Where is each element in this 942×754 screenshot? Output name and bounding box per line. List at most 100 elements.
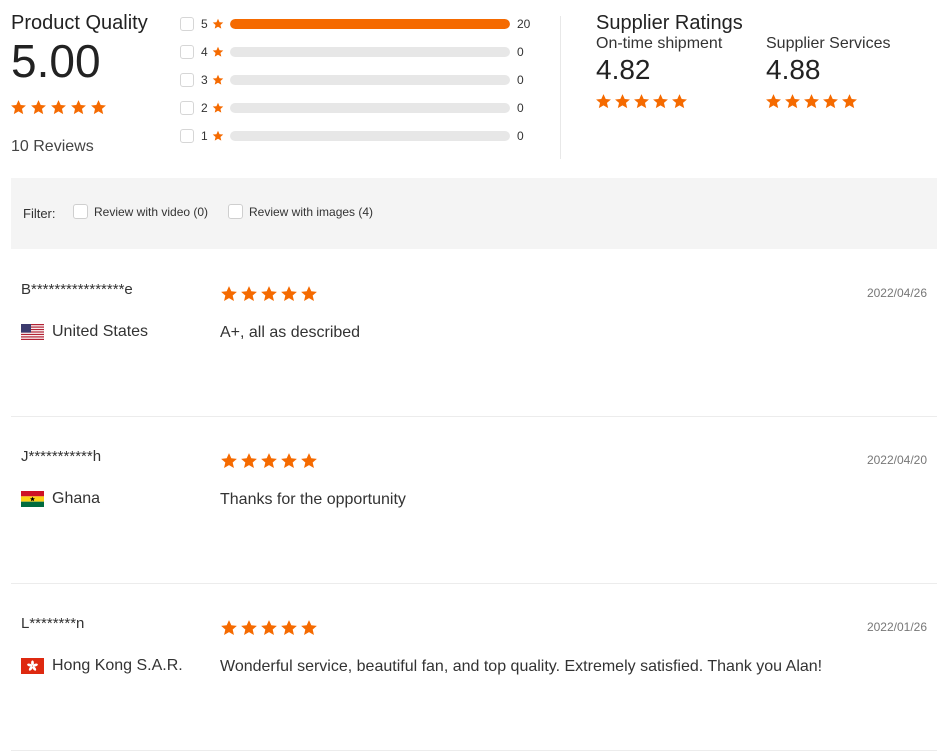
star-icon	[281, 620, 297, 635]
review-stars	[220, 452, 318, 470]
supplier-services-label: Supplier Services	[766, 35, 891, 52]
review-item: J***********h Ghana Thanks for the oppor…	[11, 417, 937, 584]
on-time-shipment-score: 4.82	[596, 54, 651, 85]
rating-count: 0	[517, 129, 524, 143]
star-icon	[261, 453, 277, 468]
filter-images-option[interactable]: Review with images (4)	[228, 204, 373, 219]
supplier-services-stars	[765, 93, 858, 110]
rating-row-5[interactable]: 5 20	[180, 15, 530, 33]
star-icon	[241, 286, 257, 301]
reviewer-country: Ghana	[21, 490, 100, 508]
star-icon	[212, 130, 224, 141]
star-icon	[212, 74, 224, 85]
star-icon	[281, 453, 297, 468]
star-icon	[221, 286, 237, 301]
rating-count: 0	[517, 101, 524, 115]
rating-bar	[230, 131, 510, 141]
rating-checkbox[interactable]	[180, 101, 194, 115]
review-date: 2022/01/26	[866, 620, 927, 634]
star-icon	[11, 100, 26, 115]
star-icon	[301, 286, 317, 301]
star-icon	[212, 18, 224, 29]
star-icon	[615, 94, 630, 109]
supplier-ratings-title: Supplier Ratings	[596, 12, 743, 34]
rating-level: 3	[201, 73, 208, 87]
reviewer-name: B****************e	[21, 281, 133, 298]
star-icon	[221, 620, 237, 635]
rating-level: 1	[201, 129, 208, 143]
review-item: L********n Hong Kong S.A.R. Wonderful se…	[11, 584, 937, 751]
review-date: 2022/04/26	[866, 286, 927, 300]
supplier-services-score: 4.88	[766, 54, 821, 85]
rating-checkbox[interactable]	[180, 45, 194, 59]
review-stars	[220, 285, 318, 303]
rating-row-2[interactable]: 2 0	[180, 99, 524, 117]
star-icon	[51, 100, 66, 115]
rating-row-1[interactable]: 1 0	[180, 127, 524, 145]
rating-bar	[230, 75, 510, 85]
star-icon	[241, 453, 257, 468]
rating-level: 5	[201, 17, 208, 31]
review-date: 2022/04/20	[866, 453, 927, 467]
filter-video-checkbox[interactable]	[73, 204, 88, 219]
product-quality-score: 5.00	[11, 35, 101, 87]
reviewer-name: L********n	[21, 615, 85, 632]
star-icon	[634, 94, 649, 109]
star-icon	[261, 620, 277, 635]
rating-bar	[230, 47, 510, 57]
rating-bar	[230, 103, 510, 113]
star-icon	[672, 94, 687, 109]
filter-images-label: Review with images (4)	[249, 204, 374, 219]
country-name: Hong Kong S.A.R.	[52, 657, 183, 674]
star-icon	[653, 94, 668, 109]
country-name: Ghana	[52, 490, 101, 507]
rating-count: 0	[517, 45, 524, 59]
review-text: Thanks for the opportunity	[220, 491, 406, 508]
review-text: Wonderful service, beautiful fan, and to…	[220, 658, 823, 675]
star-icon	[212, 46, 224, 57]
review-stars	[220, 619, 318, 637]
filter-video-label: Review with video (0)	[94, 204, 209, 219]
rating-level: 4	[201, 45, 208, 59]
rating-bar	[230, 19, 510, 29]
star-icon	[301, 620, 317, 635]
star-icon	[31, 100, 46, 115]
hong-kong-flag-icon	[21, 658, 44, 674]
filter-label: Filter:	[23, 206, 56, 221]
rating-count: 20	[517, 17, 531, 31]
rating-checkbox[interactable]	[180, 73, 194, 87]
star-icon	[221, 453, 237, 468]
rating-checkbox[interactable]	[180, 17, 194, 31]
filter-video-option[interactable]: Review with video (0)	[73, 204, 208, 219]
star-icon	[281, 286, 297, 301]
star-icon	[241, 620, 257, 635]
product-quality-title: Product Quality	[11, 12, 148, 34]
star-icon	[261, 286, 277, 301]
star-icon	[766, 94, 781, 109]
on-time-shipment-label: On-time shipment	[596, 35, 723, 52]
reviewer-name: J***********h	[21, 448, 102, 465]
us-flag-icon	[21, 324, 44, 340]
product-quality-stars	[10, 99, 107, 116]
star-icon	[71, 100, 86, 115]
star-icon	[91, 100, 106, 115]
review-item: B****************e United States A+, all…	[11, 250, 937, 417]
rating-checkbox[interactable]	[180, 129, 194, 143]
filter-images-checkbox[interactable]	[228, 204, 243, 219]
ghana-flag-icon	[21, 491, 44, 507]
rating-level: 2	[201, 101, 208, 115]
review-count: 10 Reviews	[11, 138, 94, 155]
star-icon	[596, 94, 611, 109]
review-text: A+, all as described	[220, 324, 361, 341]
rating-count: 0	[517, 73, 524, 87]
star-icon	[823, 94, 838, 109]
on-time-shipment-stars	[595, 93, 688, 110]
filter-bar: Filter: Review with video (0) Review wit…	[11, 178, 937, 249]
rating-row-4[interactable]: 4 0	[180, 43, 524, 61]
rating-row-3[interactable]: 3 0	[180, 71, 524, 89]
rating-bar-fill	[230, 19, 510, 29]
reviewer-country: Hong Kong S.A.R.	[21, 657, 183, 675]
star-icon	[842, 94, 857, 109]
section-divider	[560, 16, 561, 159]
star-icon	[804, 94, 819, 109]
